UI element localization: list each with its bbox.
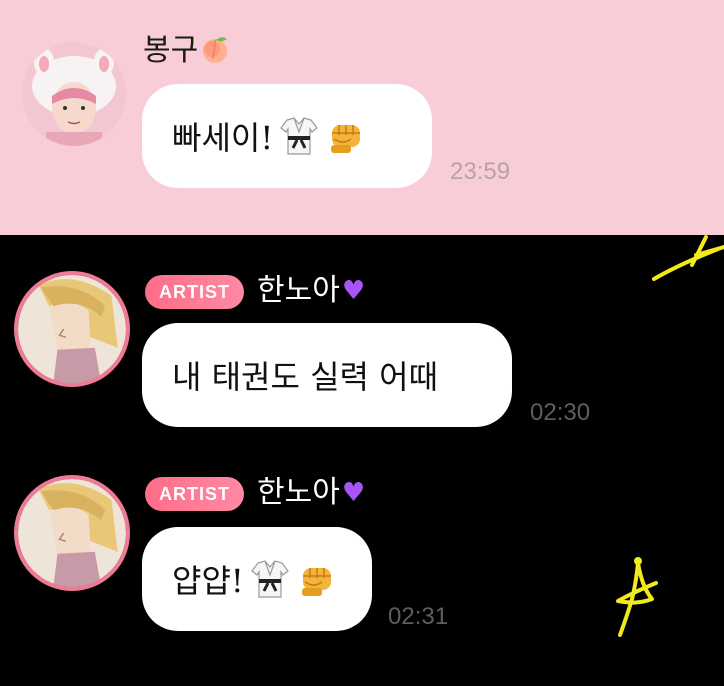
artist-badge: ARTIST (145, 477, 244, 511)
fist-icon (331, 125, 361, 153)
message-bubble[interactable]: 내 태권도 실력 어때 (142, 323, 512, 427)
message-time: 02:30 (530, 399, 591, 426)
fan-message-section: 봉구 빠세이! 23:59 (0, 0, 724, 235)
message-text: 얍얍! (172, 562, 244, 600)
avatar-artist[interactable] (14, 271, 130, 387)
message-bubble[interactable]: 얍얍! (142, 527, 372, 631)
peach-icon (200, 34, 230, 73)
sender-name-text: 한노아 (257, 475, 340, 510)
message-bubble[interactable]: 빠세이! (142, 84, 432, 188)
message-text: 내 태권도 실력 어때 (172, 358, 439, 396)
sender-name-text: 한노아 (257, 273, 340, 308)
message-text: 빠세이! (172, 119, 274, 157)
sender-name: 한노아♥ (257, 273, 365, 309)
sender-name-text: 봉구 (143, 33, 199, 68)
artist-badge: ARTIST (145, 275, 244, 309)
message-time: 02:31 (388, 603, 449, 630)
star-doodle-icon (616, 557, 658, 637)
avatar-fan[interactable] (22, 42, 126, 146)
dobok-icon (250, 560, 289, 598)
avatar-artist[interactable] (14, 475, 130, 591)
fist-icon (301, 568, 331, 596)
sender-name: 봉구 (143, 33, 230, 73)
artist-message-section: ARTIST 한노아♥ 내 태권도 실력 어때 02:30 ARTIST 한노아… (0, 235, 724, 686)
purple-heart-icon: ♥ (341, 276, 366, 306)
dobok-icon (280, 117, 319, 155)
sender-name: 한노아♥ (257, 475, 365, 511)
star-doodle-icon (652, 235, 724, 281)
purple-heart-icon: ♥ (341, 478, 366, 508)
message-time: 23:59 (450, 158, 511, 185)
